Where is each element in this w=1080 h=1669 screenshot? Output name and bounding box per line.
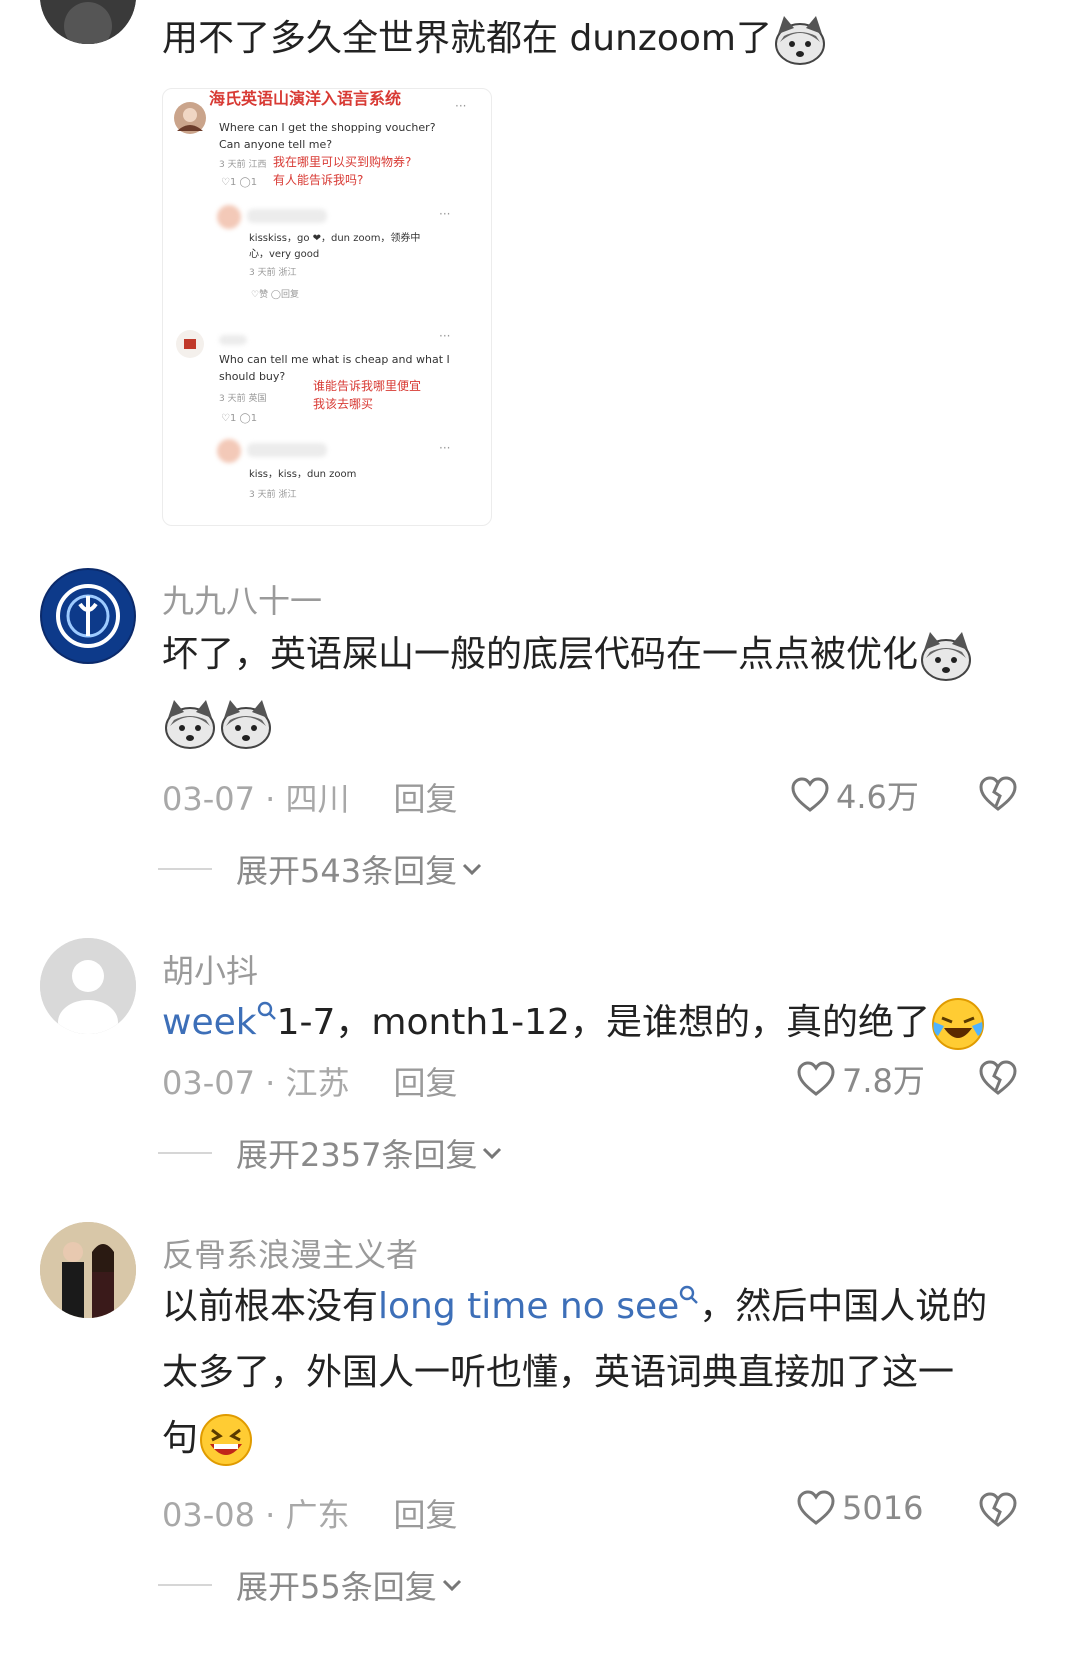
like-button[interactable]: 4.6万 (790, 772, 919, 818)
embedded-post2-en2: should buy? (219, 370, 286, 383)
broken-heart-icon[interactable] (978, 1490, 1018, 1530)
husky-emoji (774, 16, 825, 65)
embedded-avatar (174, 102, 206, 134)
keyword-link[interactable]: long time no see (378, 1286, 679, 1327)
embedded-post2-cn1: 谁能告诉我哪里便宜 (313, 379, 422, 393)
comment-date: 03-08 (162, 1496, 255, 1534)
embedded-post1-cn1: 我在哪里可以买到购物券? (273, 155, 412, 169)
reply-button[interactable]: 回复 (394, 780, 458, 818)
avatar[interactable] (40, 568, 136, 664)
chevron-down-icon (483, 1147, 502, 1160)
embedded-post1-en2: Can anyone tell me? (219, 138, 333, 151)
blurred-avatar (217, 439, 241, 463)
comment-text: week 1-7，month1-12，是谁想的，真的绝了 (162, 990, 986, 1056)
more-icon[interactable]: ··· (439, 329, 450, 343)
embedded-header: 海氏英语山演洋入语言系统 (209, 89, 402, 108)
comment-text-line2: 太多了，外国人一听也懂，英语词典直接加了这一 (162, 1352, 955, 1393)
embedded-reply1-meta: 3 天前 浙江 (249, 268, 297, 278)
avatar[interactable] (40, 0, 136, 44)
embedded-avatar-2 (176, 330, 204, 358)
embedded-post2-stats: ♡1 ◯1 (221, 413, 258, 424)
embedded-screenshot[interactable]: 海氏英语山演洋入语言系统 ··· Where can I get the sho… (162, 88, 492, 526)
comment-location: 江苏 (285, 1064, 350, 1102)
embedded-post1-meta: 3 天前 江西 (219, 160, 267, 170)
embedded-reply1-text2: 心，very good (249, 249, 320, 260)
more-icon[interactable]: ··· (455, 99, 466, 113)
embedded-reply1-actions: ♡赞 ◯回复 (251, 290, 300, 300)
husky-emoji (221, 700, 271, 749)
comment-emojis (162, 690, 274, 756)
reply-button[interactable]: 回复 (394, 1496, 458, 1534)
blurred-name (247, 443, 327, 457)
divider (158, 1152, 212, 1154)
broken-heart-icon[interactable] (978, 1058, 1018, 1098)
heart-icon (797, 1061, 835, 1096)
default-avatar-icon (40, 938, 136, 1034)
comment-meta: 03-07 · 江苏 回复 (162, 1064, 458, 1102)
embedded-post2-en: Who can tell me what is cheap and what I (219, 353, 450, 366)
more-icon[interactable]: ··· (439, 441, 450, 455)
avatar[interactable] (40, 938, 136, 1034)
comment-text-line3: 句 (162, 1406, 254, 1472)
like-count: 5016 (842, 1489, 924, 1527)
blurred-name (219, 335, 247, 345)
comment-text: 用不了多久全世界就都在 dunzoom了 (162, 6, 828, 72)
heart-icon (797, 1490, 835, 1525)
chevron-down-icon (463, 863, 482, 876)
expand-label: 展开55条回复 (236, 1568, 437, 1606)
embedded-post1-stats: ♡1 ◯1 (221, 177, 258, 188)
username[interactable]: 反骨系浪漫主义者 (162, 1230, 418, 1276)
divider (158, 868, 212, 870)
husky-emoji (165, 700, 215, 749)
divider (158, 1584, 212, 1586)
like-count: 4.6万 (836, 778, 919, 816)
reply-button[interactable]: 回复 (394, 1064, 458, 1102)
expand-label: 展开2357条回复 (236, 1136, 478, 1174)
comment-date: 03-07 (162, 1064, 255, 1102)
chevron-down-icon (442, 1579, 461, 1592)
embedded-post1-en: Where can I get the shopping voucher? (219, 121, 436, 134)
blurred-avatar (217, 205, 241, 229)
comment-meta: 03-07 · 四川 回复 (162, 780, 458, 818)
embedded-post2-cn2: 我该去哪买 (313, 397, 374, 411)
embedded-post1-cn2: 有人能告诉我吗? (273, 173, 364, 187)
heart-icon (791, 777, 829, 812)
more-icon[interactable]: ··· (439, 207, 450, 221)
username[interactable]: 胡小抖 (162, 946, 258, 992)
avatar-image (40, 0, 136, 44)
avatar-image (42, 570, 134, 662)
comment-meta: 03-08 · 广东 回复 (162, 1496, 458, 1534)
expand-replies-button[interactable]: 展开2357条回复 (158, 1130, 507, 1176)
embedded-reply2-text: kiss，kiss，dun zoom (249, 469, 357, 480)
username[interactable]: 九九八十一 (162, 576, 322, 622)
comment-date: 03-07 (162, 780, 255, 818)
avatar-image (40, 1222, 136, 1318)
blurred-name (247, 209, 327, 223)
search-icon[interactable] (679, 1285, 699, 1305)
comment-location: 四川 (285, 780, 350, 818)
expand-replies-button[interactable]: 展开55条回复 (158, 1562, 467, 1608)
expand-replies-button[interactable]: 展开543条回复 (158, 846, 487, 892)
like-count: 7.8万 (842, 1062, 925, 1100)
embedded-reply2-meta: 3 天前 浙江 (249, 490, 297, 500)
comment-text: 坏了，英语屎山一般的底层代码在一点点被优化 (162, 622, 974, 688)
comment-location: 广东 (285, 1496, 350, 1534)
grin-emoji (200, 1414, 253, 1466)
broken-heart-icon[interactable] (978, 774, 1018, 814)
like-button[interactable]: 5016 (796, 1488, 923, 1528)
search-icon[interactable] (257, 1001, 277, 1021)
embedded-reply1-text: kisskiss，go ❤，dun zoom，领券中 (249, 233, 421, 244)
laugh-cry-emoji (931, 998, 984, 1050)
like-button[interactable]: 7.8万 (796, 1056, 925, 1102)
keyword-link[interactable]: week (162, 1002, 257, 1043)
expand-label: 展开543条回复 (236, 852, 458, 890)
husky-emoji (921, 632, 972, 681)
avatar[interactable] (40, 1222, 136, 1318)
embedded-post2-meta: 3 天前 英国 (219, 394, 267, 404)
comment-text: 以前根本没有long time no see ，然后中国人说的 (162, 1285, 988, 1327)
